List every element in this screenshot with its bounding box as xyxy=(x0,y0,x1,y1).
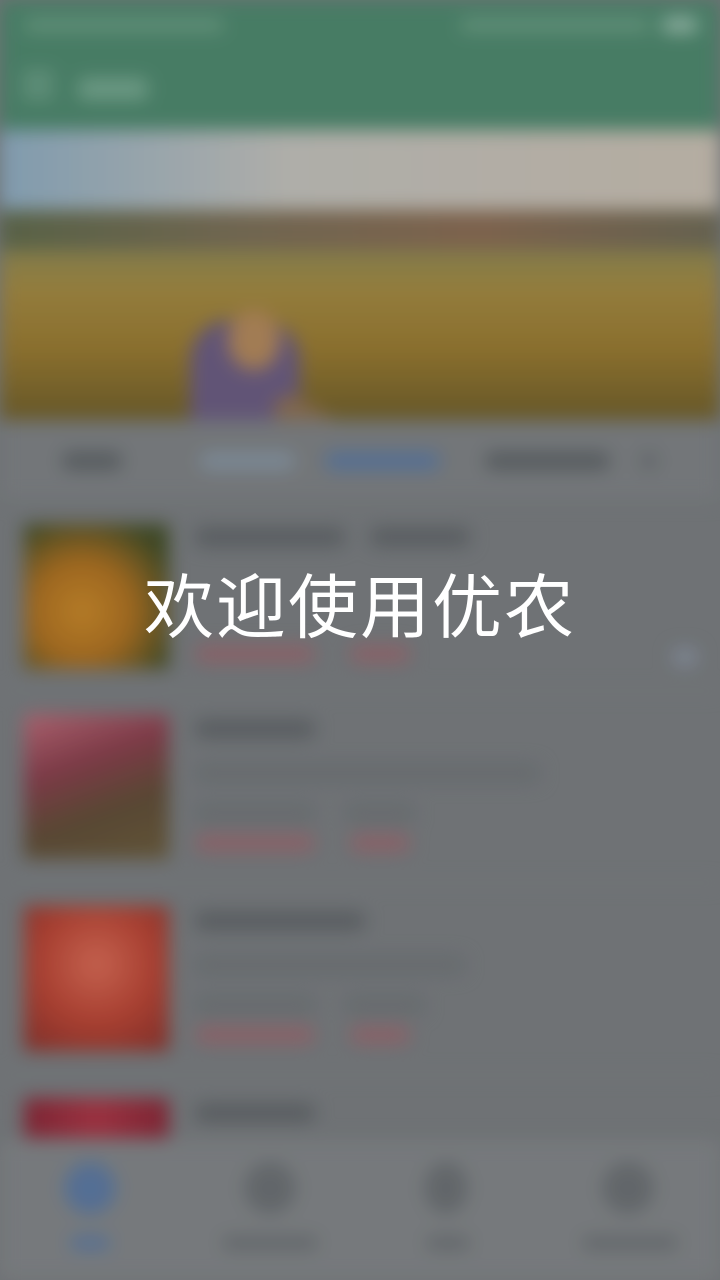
splash-screen: 欢迎使用优农 xyxy=(0,0,720,1280)
welcome-text: 欢迎使用优农 xyxy=(144,567,576,649)
